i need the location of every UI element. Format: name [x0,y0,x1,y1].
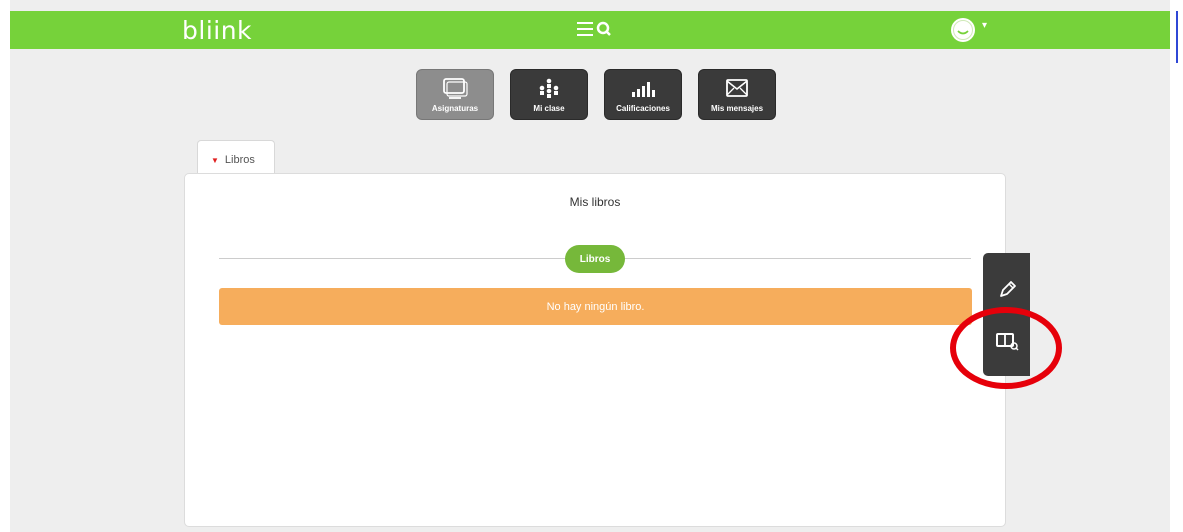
book-settings-icon [995,333,1019,351]
book-settings-button[interactable] [983,316,1030,366]
chevron-down-icon[interactable]: ▾ [982,20,987,31]
nav-mi-clase-button[interactable]: Mi clase [510,69,588,120]
nav-label: Asignaturas [431,103,479,113]
page-title: Mis libros [569,195,621,209]
hamburger-icon[interactable] [577,22,593,36]
smiley-avatar-icon[interactable] [950,17,976,43]
tab-label: Libros [224,154,255,166]
main-nav: Asignaturas Mi clase Calificaciones Mis … [416,69,776,120]
tab-libros[interactable]: ▼ Libros [197,140,275,175]
nav-calificaciones-button[interactable]: Calificaciones [604,69,682,120]
nav-asignaturas-button[interactable]: Asignaturas [416,69,494,120]
app-logo[interactable]: bliink [182,16,252,45]
envelope-icon [726,78,748,97]
search-icon[interactable] [596,21,612,37]
edit-button[interactable] [983,265,1030,315]
window-edge-marker [1176,11,1178,63]
nav-mis-mensajes-button[interactable]: Mis mensajes [698,69,776,120]
pencil-icon [999,281,1016,297]
nav-label: Calificaciones [616,103,670,113]
screens-icon [443,77,468,99]
people-icon [539,78,559,98]
side-toolbar [983,253,1030,376]
triangle-down-icon: ▼ [211,156,219,165]
bars-icon [632,81,655,97]
section-label-pill: Libros [565,245,625,273]
books-panel: Mis libros Libros No hay ningún libro. [184,173,1006,527]
nav-label: Mi clase [533,103,565,113]
nav-label: Mis mensajes [710,103,764,113]
top-header-bar: bliink ▾ [10,11,1170,49]
empty-state-message: No hay ningún libro. [219,288,972,325]
